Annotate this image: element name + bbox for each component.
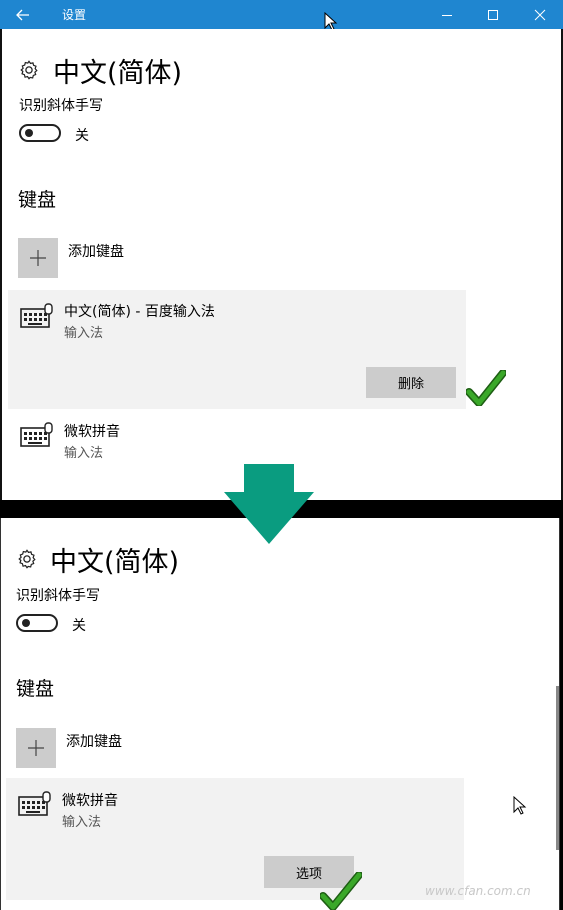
handwriting-toggle[interactable] [19, 124, 61, 142]
handwriting-label: 识别斜体手写 [19, 98, 103, 114]
keyboard-type: 输入法 [64, 326, 104, 341]
add-keyboard-label[interactable]: 添加键盘 [66, 731, 122, 751]
gear-icon [18, 549, 36, 569]
keyboard-name: 中文(简体) - 百度输入法 [64, 304, 215, 320]
toggle-state-label: 关 [72, 618, 86, 634]
back-arrow-icon [16, 9, 29, 20]
toggle-knob [22, 619, 30, 627]
maximize-icon [488, 9, 498, 20]
add-keyboard-button[interactable] [18, 238, 58, 278]
handwriting-toggle[interactable] [16, 614, 58, 632]
checkmark-icon [466, 370, 506, 406]
minimize-icon [442, 14, 452, 16]
plus-icon [30, 250, 46, 266]
handwriting-label: 识别斜体手写 [16, 588, 100, 604]
keyboard-section-title: 键盘 [16, 678, 55, 700]
keyboard-icon [20, 422, 53, 447]
add-keyboard-label[interactable]: 添加键盘 [68, 241, 124, 261]
watermark: www.cfan.com.cn [425, 884, 531, 898]
keyboard-name[interactable]: 微软拼音 [64, 421, 120, 441]
minimize-button[interactable] [424, 0, 470, 29]
close-button[interactable] [517, 0, 563, 29]
settings-window-after: 中文(简体) 识别斜体手写 关 键盘 添加键盘 微软拼音 输入法 选项 www.… [0, 518, 560, 910]
keyboard-type: 输入法 [62, 815, 102, 830]
checkmark-icon [320, 872, 362, 910]
back-button[interactable] [0, 0, 46, 29]
remove-button[interactable]: 删除 [366, 367, 456, 398]
keyboard-icon [18, 791, 51, 816]
window-title: 设置 [62, 8, 87, 22]
keyboard-icon [20, 303, 53, 328]
gear-icon [20, 60, 38, 80]
keyboard-section-title: 键盘 [18, 189, 57, 211]
keyboard-name: 微软拼音 [62, 793, 118, 809]
toggle-knob [25, 129, 33, 137]
keyboard-item-baidu[interactable]: 中文(简体) - 百度输入法 输入法 删除 [8, 290, 466, 409]
title-bar: 设置 [0, 0, 563, 31]
keyboard-item-pinyin[interactable]: 微软拼音 输入法 选项 [6, 778, 464, 900]
page-title: 中文(简体) [53, 58, 183, 89]
mouse-cursor-icon [513, 796, 527, 815]
plus-icon [28, 740, 44, 756]
keyboard-type: 输入法 [64, 446, 104, 461]
scrollbar-thumb[interactable] [556, 686, 559, 850]
maximize-button[interactable] [470, 0, 516, 29]
page-title: 中文(简体) [50, 547, 180, 578]
close-icon [534, 9, 546, 20]
down-arrow-icon [224, 464, 314, 544]
settings-window-before: 设置 中文(简体) 识别斜体手写 关 键盘 添加键盘 中文(简体) - 百度输入… [0, 0, 563, 500]
settings-content: 中文(简体) 识别斜体手写 关 键盘 添加键盘 中文(简体) - 百度输入法 输… [0, 29, 563, 500]
add-keyboard-button[interactable] [16, 728, 56, 768]
toggle-state-label: 关 [75, 128, 89, 144]
